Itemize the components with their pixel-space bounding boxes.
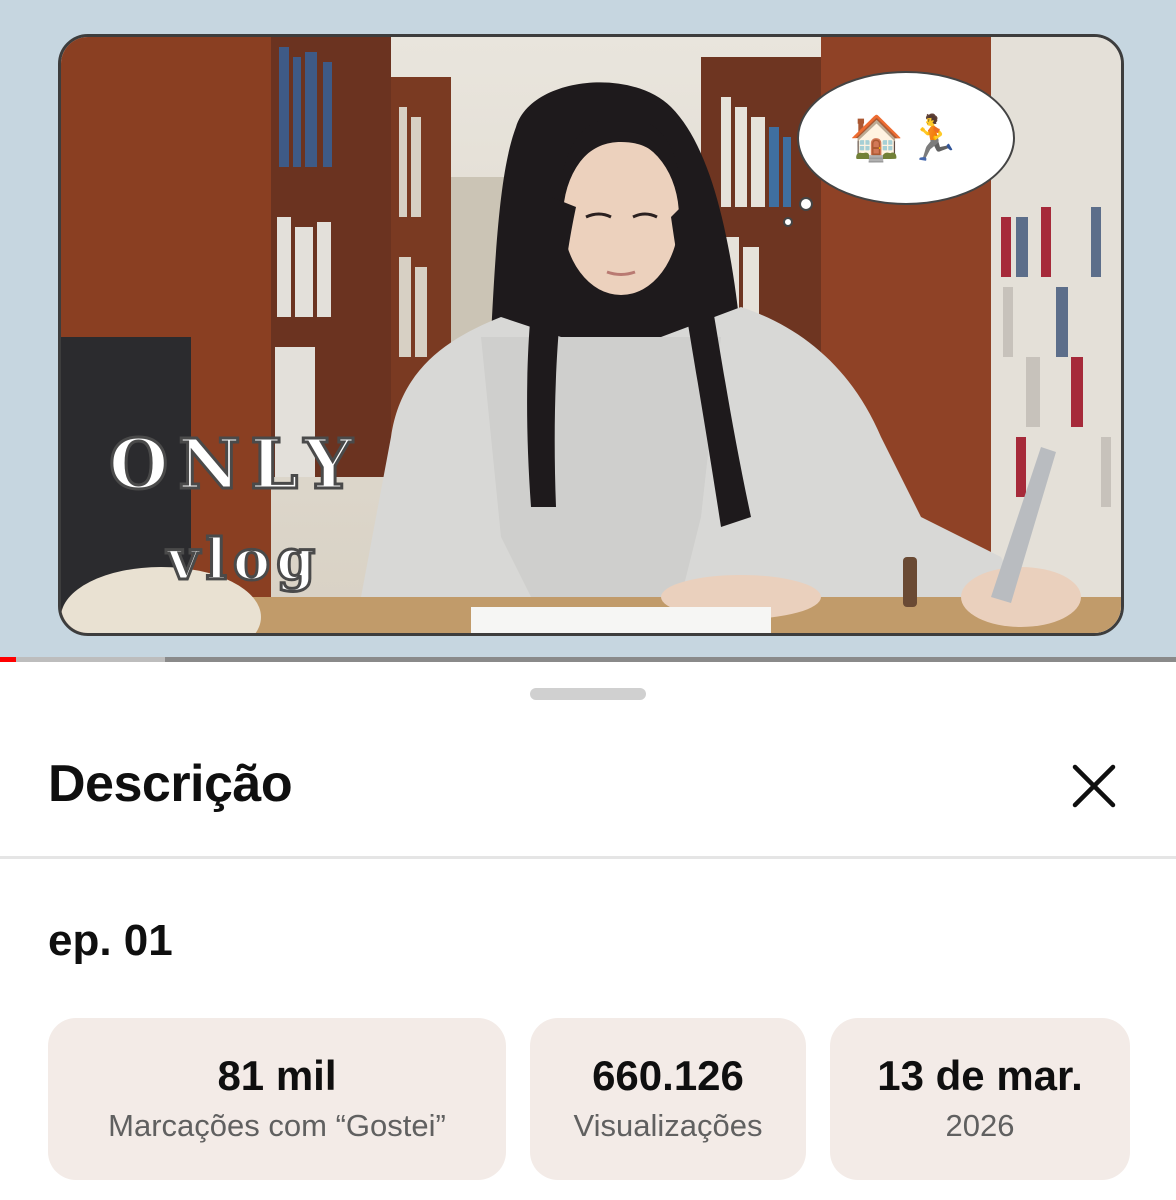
video-title: ep. 01 [48, 916, 173, 965]
bubble-dot [799, 197, 813, 211]
close-button[interactable] [1058, 750, 1130, 822]
sheet-title: Descrição [48, 755, 293, 813]
likes-label: Marcações com “Gostei” [108, 1108, 446, 1143]
publish-year: 2026 [945, 1108, 1015, 1143]
views-stat: 660.126 Visualizações [530, 1018, 806, 1180]
thought-bubble: 🏠🏃 [797, 71, 1015, 205]
bubble-emoji: 🏠🏃 [849, 113, 963, 164]
likes-stat: 81 mil Marcações com “Gostei” [48, 1018, 506, 1180]
video-player[interactable]: 🏠🏃 ONLY vlog [0, 0, 1176, 662]
close-icon [1072, 764, 1116, 808]
views-count: 660.126 [592, 1052, 744, 1099]
description-sheet: Descrição ep. 01 81 mil Marcações com “G… [0, 662, 1176, 1200]
bubble-dot [783, 217, 793, 227]
drag-handle[interactable] [530, 688, 646, 700]
progress-played [0, 657, 17, 662]
views-label: Visualizações [573, 1108, 763, 1143]
header-divider [0, 856, 1176, 859]
date-stat: 13 de mar. 2026 [830, 1018, 1130, 1180]
publish-date: 13 de mar. [877, 1052, 1083, 1099]
overlay-logo-text: ONLY [107, 424, 363, 507]
overlay-logo-subtext: vlog [165, 526, 322, 595]
video-frame: 🏠🏃 ONLY vlog [58, 34, 1124, 636]
likes-count: 81 mil [217, 1052, 337, 1099]
